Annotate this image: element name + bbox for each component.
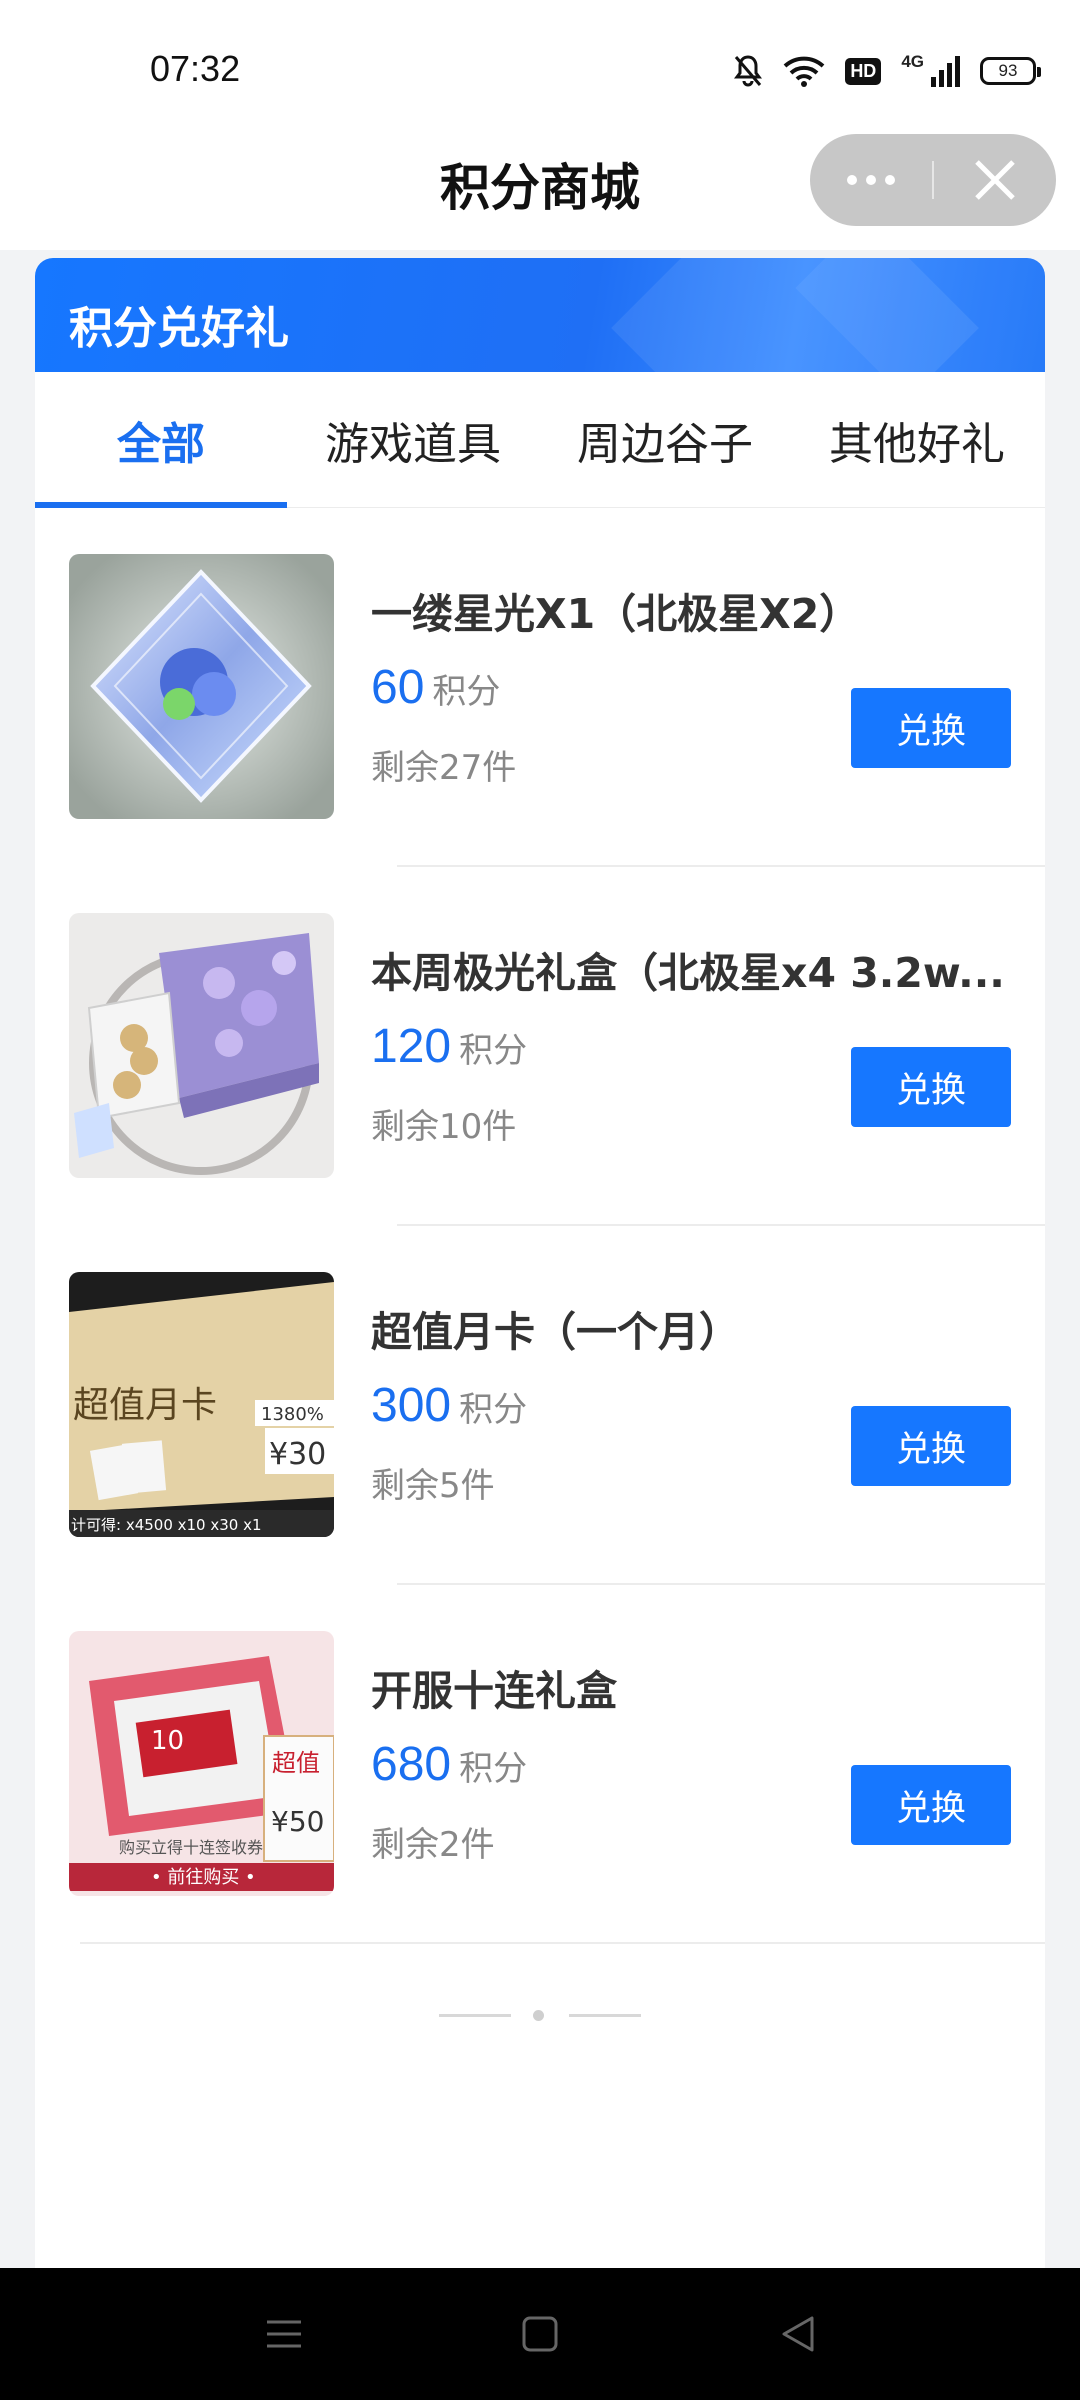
battery-level: 93 xyxy=(998,61,1018,80)
product-image-starlight[interactable] xyxy=(69,554,334,819)
thumb-price: ¥30 xyxy=(269,1437,326,1472)
price-unit: 积分 xyxy=(459,1031,528,1071)
product-stock: 剩余2件 xyxy=(371,1825,495,1865)
price-unit: 积分 xyxy=(459,1390,528,1430)
tab-other-gifts[interactable]: 其他好礼 xyxy=(791,372,1043,507)
product-stock: 剩余10件 xyxy=(371,1107,517,1147)
status-icons: HD 4G 93 xyxy=(733,48,1041,94)
price-row: 60 积分 xyxy=(371,660,500,715)
status-bar: 07:32 HD 4G 93 xyxy=(0,0,1080,130)
tab-all[interactable]: 全部 xyxy=(35,372,287,508)
redeem-button[interactable]: 兑换 xyxy=(851,688,1011,768)
home-square-icon[interactable] xyxy=(514,2308,566,2360)
product-item: 10 超值 ¥50 购买立得十连签收券 • 前往购买 • 开服十连礼盒 680 … xyxy=(35,1585,1045,1944)
back-triangle-icon[interactable] xyxy=(772,2308,824,2360)
points-mall-card: 积分兑好礼 全部 游戏道具 周边谷子 其他好礼 一缕星光X1（北极星X2） 60… xyxy=(35,258,1045,2268)
loader-line-left xyxy=(439,2014,511,2017)
close-icon[interactable] xyxy=(934,134,1056,226)
product-name: 开服十连礼盒 xyxy=(371,1667,617,1715)
product-name: 超值月卡（一个月） xyxy=(371,1308,740,1356)
product-item: 本周极光礼盒（北极星x4 3.2w... 120 积分 剩余10件 兑换 xyxy=(35,867,1045,1226)
product-price: 300 xyxy=(371,1379,452,1432)
thumb-footer: 计可得: x4500 x10 x30 x1 xyxy=(71,1516,262,1534)
tab-game-items[interactable]: 游戏道具 xyxy=(287,372,539,507)
product-price: 120 xyxy=(371,1020,452,1073)
tab-merch[interactable]: 周边谷子 xyxy=(539,372,791,507)
price-unit: 积分 xyxy=(459,1749,528,1789)
thumb-price: ¥50 xyxy=(271,1805,324,1838)
status-time: 07:32 xyxy=(150,48,241,89)
redeem-button[interactable]: 兑换 xyxy=(851,1406,1011,1486)
price-row: 120 积分 xyxy=(371,1019,527,1074)
product-image-monthly-card[interactable]: 超值月卡 1380% ¥30 计可得: x4500 x10 x30 x1 xyxy=(69,1272,334,1537)
hd-icon: HD xyxy=(845,57,882,85)
mute-bell-icon xyxy=(733,54,763,88)
category-tabs: 全部 游戏道具 周边谷子 其他好礼 xyxy=(35,372,1045,508)
product-stock: 剩余5件 xyxy=(371,1466,495,1506)
banner-title: 积分兑好礼 xyxy=(69,303,289,354)
signal-icon xyxy=(930,55,960,87)
product-image-ten-pull-box[interactable]: 10 超值 ¥50 购买立得十连签收券 • 前往购买 • xyxy=(69,1631,334,1896)
more-dots-icon[interactable] xyxy=(810,134,932,226)
divider xyxy=(80,1942,1045,1944)
battery-icon: 93 xyxy=(980,57,1041,85)
thumb-caption: 购买立得十连签收券 xyxy=(119,1838,263,1857)
menu-icon[interactable] xyxy=(258,2308,310,2360)
product-image-aurora-box[interactable] xyxy=(69,913,334,1178)
price-row: 300 积分 xyxy=(371,1378,527,1433)
thumb-cta: • 前往购买 • xyxy=(151,1867,256,1888)
loading-indicator xyxy=(35,2005,1045,2025)
price-row: 680 积分 xyxy=(371,1737,527,1792)
price-unit: 积分 xyxy=(432,672,501,712)
thumb-tag: 1380% xyxy=(261,1404,324,1425)
redeem-button[interactable]: 兑换 xyxy=(851,1765,1011,1845)
loader-line-right xyxy=(569,2014,641,2017)
thumb-badge: 10 xyxy=(151,1726,184,1756)
network-label: 4G xyxy=(901,52,924,71)
product-name: 本周极光礼盒（北极星x4 3.2w... xyxy=(371,949,1005,997)
mini-program-capsule xyxy=(810,134,1056,226)
thumb-title: 超值月卡 xyxy=(73,1385,217,1426)
loader-dot xyxy=(533,2010,544,2021)
product-price: 680 xyxy=(371,1738,452,1791)
wifi-icon xyxy=(783,55,825,87)
title-bar: 积分商城 xyxy=(0,130,1080,250)
product-price: 60 xyxy=(371,661,425,714)
product-item: 超值月卡 1380% ¥30 计可得: x4500 x10 x30 x1 超值月… xyxy=(35,1226,1045,1585)
system-nav-bar xyxy=(0,2268,1080,2400)
banner: 积分兑好礼 xyxy=(35,258,1045,372)
product-item: 一缕星光X1（北极星X2） 60 积分 剩余27件 兑换 xyxy=(35,508,1045,867)
redeem-button[interactable]: 兑换 xyxy=(851,1047,1011,1127)
product-name: 一缕星光X1（北极星X2） xyxy=(371,590,861,638)
product-stock: 剩余27件 xyxy=(371,748,517,788)
thumb-tag: 超值 xyxy=(272,1749,320,1777)
